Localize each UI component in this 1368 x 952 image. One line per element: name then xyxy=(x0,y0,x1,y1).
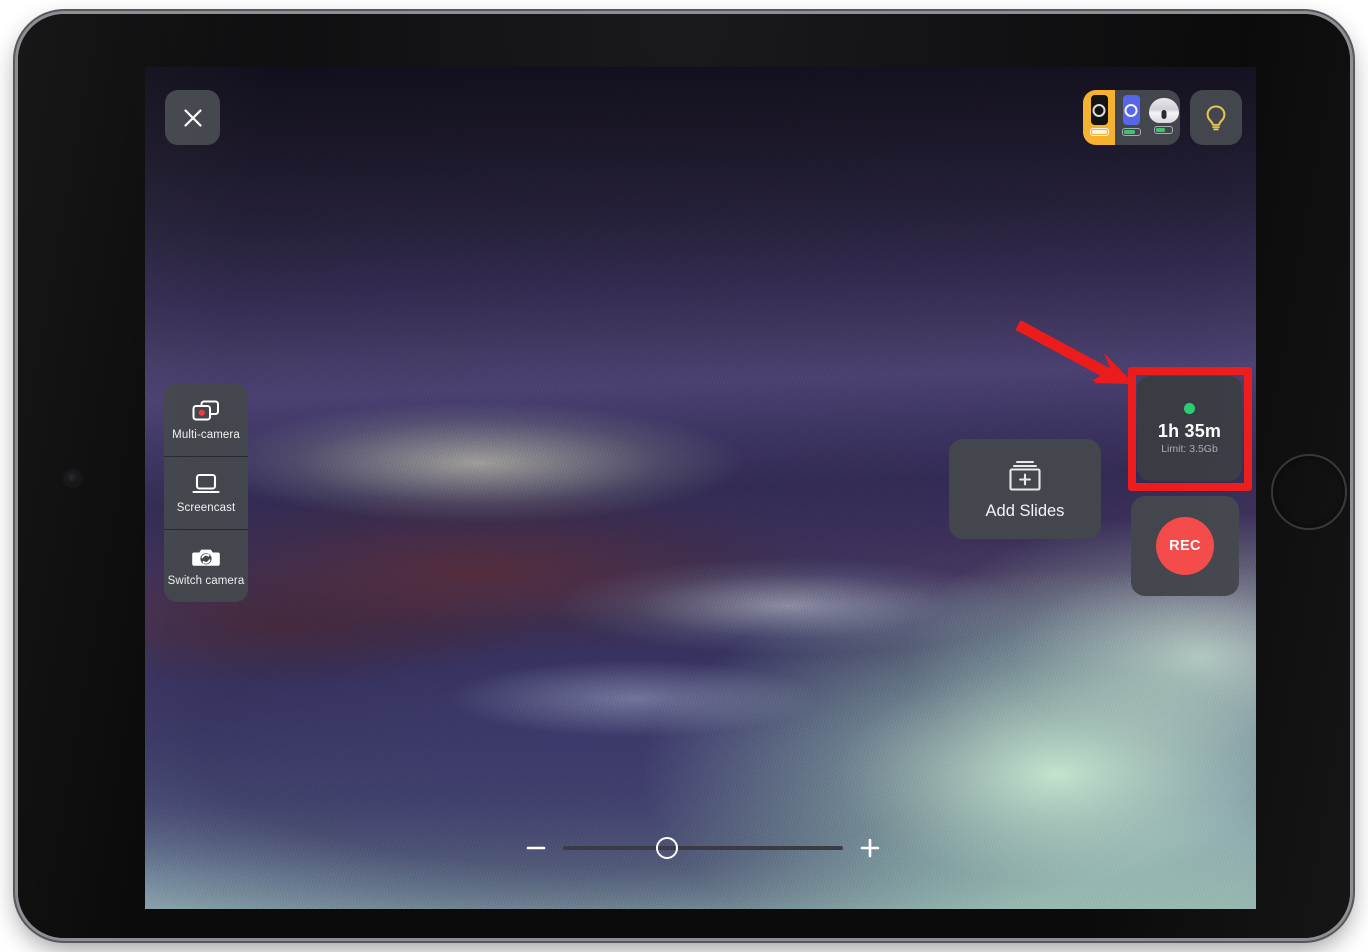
zoom-slider-handle[interactable] xyxy=(655,837,678,859)
timer-remaining-value: 1h 35m xyxy=(1157,420,1222,441)
battery-full-icon xyxy=(1089,128,1109,136)
battery-icon xyxy=(1121,128,1141,136)
camera-lens-icon xyxy=(1092,104,1106,117)
battery-icon xyxy=(1154,126,1174,134)
sidebar-item-label: Switch camera xyxy=(167,574,245,587)
connected-devices-bar[interactable] xyxy=(1083,90,1180,145)
recording-status-dot xyxy=(1184,402,1195,414)
dome-camera-icon xyxy=(1148,98,1179,123)
sidebar-item-multi-camera[interactable]: Multi-camera xyxy=(164,384,248,456)
lightbulb-icon xyxy=(1204,104,1228,132)
home-button[interactable] xyxy=(1271,454,1347,530)
device-chip-1[interactable] xyxy=(1083,90,1116,145)
zoom-slider-track-area[interactable] xyxy=(563,835,843,861)
device-chip-2[interactable] xyxy=(1115,90,1147,145)
switch-camera-icon xyxy=(191,545,221,569)
camera-lens-icon xyxy=(1124,104,1138,117)
recording-timer-panel[interactable]: 1h 35m Limit: 3.5Gb xyxy=(1137,376,1242,481)
zoom-in-icon[interactable] xyxy=(857,835,883,861)
sidebar-item-label: Screencast xyxy=(176,501,236,514)
device-chip-3[interactable] xyxy=(1148,90,1180,145)
timer-limit-label: Limit: 3.5Gb xyxy=(1161,442,1218,455)
sidebar-item-screencast[interactable]: Screencast xyxy=(164,456,248,529)
sidebar-item-label: Multi-camera xyxy=(172,428,240,441)
close-icon xyxy=(182,107,204,129)
zoom-slider-control[interactable] xyxy=(523,826,883,870)
tablet-device-frame: Multi-camera Screencast Switch camera Ad… xyxy=(18,14,1350,938)
record-button[interactable]: REC xyxy=(1156,517,1214,575)
lightbulb-button[interactable] xyxy=(1190,90,1242,145)
phone-camera-icon xyxy=(1090,95,1108,125)
phone-camera-icon xyxy=(1122,95,1140,125)
add-slides-label: Add Slides xyxy=(985,501,1065,520)
add-slides-icon xyxy=(1004,459,1046,493)
screencast-icon xyxy=(191,472,221,496)
tablet-bezel: Multi-camera Screencast Switch camera Ad… xyxy=(18,14,1350,938)
sidebar-item-switch-camera[interactable]: Switch camera xyxy=(164,529,248,602)
multi-camera-icon xyxy=(191,399,221,423)
front-camera-lens xyxy=(66,472,79,485)
zoom-slider-track[interactable] xyxy=(563,846,843,850)
close-button[interactable] xyxy=(165,90,220,145)
zoom-out-icon[interactable] xyxy=(523,835,549,861)
camera-mode-sidebar[interactable]: Multi-camera Screencast Switch camera xyxy=(164,384,248,602)
add-slides-button[interactable]: Add Slides xyxy=(949,439,1101,539)
record-button-panel[interactable]: REC xyxy=(1131,496,1239,596)
